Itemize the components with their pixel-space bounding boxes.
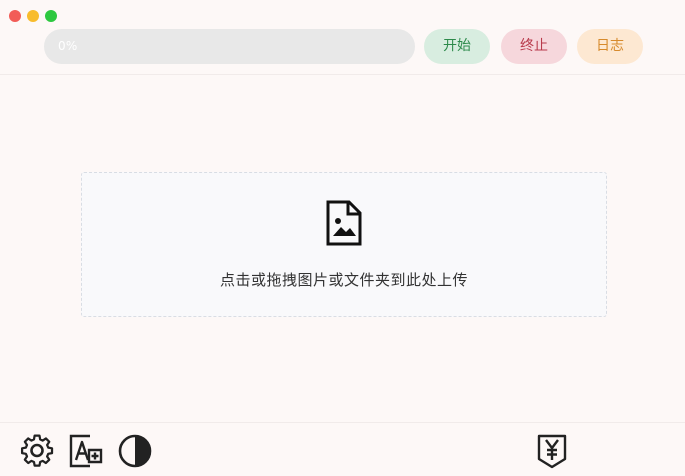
progress-bar: 0%: [44, 29, 415, 64]
font-size-icon[interactable]: [68, 433, 104, 469]
top-toolbar: 0% 开始 终止 日志: [0, 0, 685, 75]
bottom-toolbar: [0, 422, 685, 476]
upload-hint: 点击或拖拽图片或文件夹到此处上传: [219, 271, 468, 289]
contrast-icon[interactable]: [117, 433, 153, 469]
progress-label: 0%: [58, 39, 78, 53]
gear-icon[interactable]: [19, 433, 55, 469]
stop-button[interactable]: 终止: [501, 29, 567, 64]
log-button[interactable]: 日志: [577, 29, 643, 64]
start-button[interactable]: 开始: [424, 29, 490, 64]
yen-icon[interactable]: [534, 433, 570, 469]
upload-dropzone[interactable]: 点击或拖拽图片或文件夹到此处上传: [81, 172, 607, 317]
app-window: 0% 开始 终止 日志 点击或拖拽图片或文件夹到此处上传: [0, 0, 685, 476]
file-image-icon: [326, 200, 362, 246]
